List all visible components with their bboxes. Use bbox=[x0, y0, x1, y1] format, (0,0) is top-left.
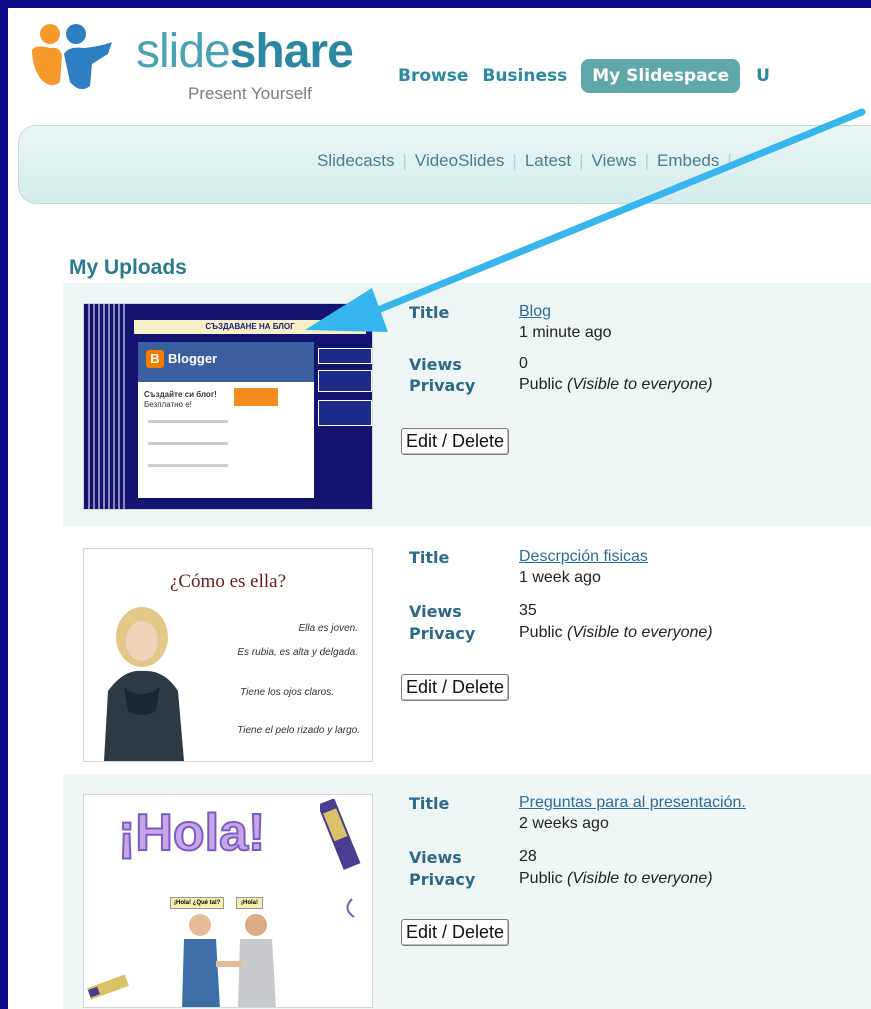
thumb-line-1: Ella es joven. bbox=[298, 623, 358, 634]
slideshare-logo[interactable]: slideshare Present Yourself bbox=[26, 20, 366, 103]
privacy-label: Privacy bbox=[409, 624, 476, 643]
logo-wordmark: slideshare bbox=[136, 25, 354, 78]
thumb-heading: Създайте си блог! bbox=[144, 390, 217, 399]
privacy-status: Public bbox=[519, 870, 563, 887]
views-label: Views bbox=[409, 602, 462, 621]
subnav-embeds[interactable]: Embeds bbox=[657, 151, 719, 170]
speech-bubble-1: ¡Hola! ¿Qué tal? bbox=[170, 897, 225, 909]
nav-my-slidespace[interactable]: My Slidespace bbox=[581, 59, 741, 93]
subnav-separator: | bbox=[512, 151, 517, 170]
upload-row: ¡Hola! ¡Hola! ¿Qué tal? ¡Hola! Title Pre… bbox=[63, 774, 871, 1009]
title-value: Descrpción fisicas bbox=[519, 548, 648, 566]
thumb-line-2: Es rubia, es alta y delgada. bbox=[237, 647, 358, 658]
edit-delete-button[interactable]: Edit / Delete bbox=[401, 428, 510, 455]
privacy-status: Public bbox=[519, 624, 563, 641]
logo-share: share bbox=[229, 25, 354, 78]
privacy-value: Public (Visible to everyone) bbox=[519, 870, 713, 888]
upload-title-link[interactable]: Blog bbox=[519, 303, 551, 320]
thumb-page: B Blogger Създайте си блог! Безплатно е! bbox=[138, 342, 314, 498]
subnav-videoslides[interactable]: VideoSlides bbox=[415, 151, 504, 170]
thumb-callout bbox=[318, 370, 372, 392]
title-label: Title bbox=[409, 794, 450, 813]
woman-portrait-image bbox=[104, 607, 184, 761]
upload-title-link[interactable]: Descrpción fisicas bbox=[519, 548, 648, 565]
privacy-note: (Visible to everyone) bbox=[567, 376, 713, 393]
upload-thumbnail-preguntas[interactable]: ¡Hola! ¡Hola! ¿Qué tal? ¡Hola! bbox=[83, 794, 373, 1008]
upload-time: 2 weeks ago bbox=[519, 815, 609, 832]
subnav-separator: | bbox=[402, 151, 407, 170]
pencil-icon bbox=[87, 974, 129, 1000]
upload-title-link[interactable]: Preguntas para al presentación. bbox=[519, 794, 746, 811]
nav-business[interactable]: Business bbox=[482, 59, 567, 93]
subnav-separator: | bbox=[727, 151, 732, 170]
sub-nav: Slidecasts | VideoSlides | Latest | Views | Embe… bbox=[18, 125, 871, 204]
pencil-icon bbox=[320, 799, 361, 918]
thumb-line bbox=[148, 442, 228, 445]
thumb-callout bbox=[318, 400, 372, 426]
privacy-label: Privacy bbox=[409, 870, 476, 889]
privacy-label: Privacy bbox=[409, 376, 476, 395]
subnav-latest[interactable]: Latest bbox=[525, 151, 571, 170]
thumb-line bbox=[148, 420, 228, 423]
views-label: Views bbox=[409, 848, 462, 867]
thumb-header bbox=[138, 342, 314, 382]
upload-thumbnail-blog[interactable]: СЪЗДАВАНЕ НА БЛОГ B Blogger Създайте си … bbox=[83, 303, 373, 510]
subnav-separator: | bbox=[644, 151, 650, 170]
blogger-icon: B bbox=[146, 350, 164, 368]
privacy-value: Public (Visible to everyone) bbox=[519, 624, 713, 642]
subnav-views[interactable]: Views bbox=[592, 151, 637, 170]
handshake-image bbox=[182, 914, 276, 1007]
thumb-line-3: Tiene los ojos claros. bbox=[240, 687, 334, 698]
views-count: 0 bbox=[519, 355, 528, 372]
thumb-line-4: Tiene el pelo rizado y largo. bbox=[237, 725, 360, 736]
title-label: Title bbox=[409, 548, 450, 567]
privacy-value: Public (Visible to everyone) bbox=[519, 376, 713, 394]
upload-time: 1 minute ago bbox=[519, 324, 612, 341]
edit-delete-button[interactable]: Edit / Delete bbox=[401, 919, 510, 946]
thumb-banner: СЪЗДАВАНЕ НА БЛОГ bbox=[134, 320, 366, 334]
nav-upload[interactable]: U bbox=[756, 59, 770, 93]
section-title: My Uploads bbox=[69, 256, 187, 279]
thumb-line bbox=[148, 464, 228, 467]
privacy-note: (Visible to everyone) bbox=[567, 870, 713, 887]
subnav-slidecasts[interactable]: Slidecasts bbox=[317, 151, 394, 170]
title-value: Blog bbox=[519, 303, 551, 321]
thumb-brand: Blogger bbox=[168, 351, 218, 366]
upload-row: ¿Cómo es ella? Ella es joven. Es rubia, … bbox=[63, 526, 871, 776]
thumb-subheading: Безплатно е! bbox=[144, 400, 192, 409]
upload-thumbnail-descripcion[interactable]: ¿Cómo es ella? Ella es joven. Es rubia, … bbox=[83, 548, 373, 762]
views-count: 28 bbox=[519, 848, 537, 865]
top-nav: Browse Business My Slidespace U bbox=[398, 59, 784, 93]
upload-row: СЪЗДАВАНЕ НА БЛОГ B Blogger Създайте си … bbox=[63, 283, 871, 526]
page-frame: slideshare Present Yourself Browse Busine… bbox=[8, 8, 871, 1009]
thumb-heading: ¿Cómo es ella? bbox=[169, 571, 287, 592]
thumb-stripes bbox=[88, 304, 126, 509]
logo-slide: slide bbox=[136, 25, 231, 78]
views-label: Views bbox=[409, 355, 462, 374]
edit-delete-button[interactable]: Edit / Delete bbox=[401, 674, 510, 701]
logo-icon bbox=[32, 24, 112, 90]
subnav-separator: | bbox=[579, 151, 584, 170]
nav-browse[interactable]: Browse bbox=[398, 59, 468, 93]
thumb-orange-button bbox=[234, 388, 278, 406]
title-label: Title bbox=[409, 303, 450, 322]
thumb-heading: ¡Hola! bbox=[117, 803, 266, 863]
privacy-note: (Visible to everyone) bbox=[567, 624, 713, 641]
title-value: Preguntas para al presentación. bbox=[519, 794, 746, 812]
thumb-callout bbox=[318, 348, 372, 364]
speech-bubble-2: ¡Hola! bbox=[236, 897, 263, 909]
upload-time: 1 week ago bbox=[519, 569, 601, 586]
privacy-status: Public bbox=[519, 376, 563, 393]
views-count: 35 bbox=[519, 602, 537, 619]
logo-tagline: Present Yourself bbox=[188, 84, 312, 103]
